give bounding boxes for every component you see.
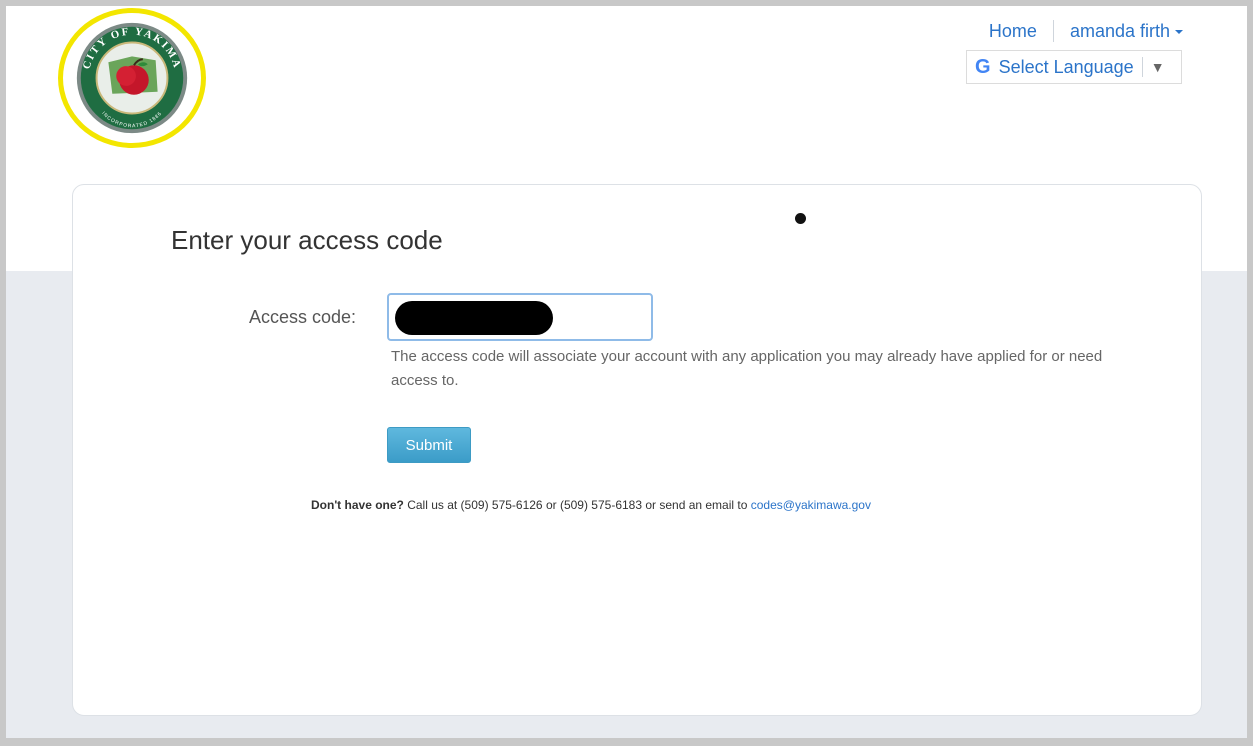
submit-button[interactable]: Submit: [387, 427, 471, 463]
access-code-card: Enter your access code Access code: The …: [72, 184, 1202, 716]
access-code-label: Access code:: [249, 307, 357, 327]
page-title: Enter your access code: [171, 225, 443, 255]
chevron-down-icon: ▼: [1150, 59, 1165, 75]
user-menu[interactable]: amanda firth: [1070, 21, 1183, 42]
contact-note: Don't have one? Call us at (509) 575-612…: [311, 498, 871, 512]
city-seal-logo[interactable]: CITY OF YAKIMA INCORPORATED 1886: [58, 8, 206, 148]
language-select[interactable]: G Select Language ▼: [966, 50, 1182, 84]
nav-divider: [1052, 20, 1054, 42]
browser-frame: CITY OF YAKIMA INCORPORATED 1886 Home am…: [0, 0, 1253, 746]
contact-note-text: Call us at (509) 575-6126 or (509) 575-6…: [403, 498, 751, 512]
contact-email-link[interactable]: codes@yakimawa.gov: [751, 498, 871, 512]
language-select-label: Select Language: [998, 56, 1134, 77]
nav-home-link[interactable]: Home: [989, 21, 1037, 42]
language-divider: [1141, 57, 1143, 77]
user-name-link[interactable]: amanda firth: [1070, 21, 1170, 42]
google-g-icon: G: [975, 55, 991, 78]
contact-note-prefix: Don't have one?: [311, 498, 404, 512]
top-navigation: Home amanda firth: [989, 20, 1183, 42]
caret-down-icon: [1175, 30, 1183, 34]
access-code-help-text: The access code will associate your acco…: [391, 348, 1103, 389]
seal-icon: CITY OF YAKIMA INCORPORATED 1886: [72, 18, 192, 138]
redaction-mark: [395, 301, 553, 335]
mouse-pointer-dot: [795, 213, 806, 224]
